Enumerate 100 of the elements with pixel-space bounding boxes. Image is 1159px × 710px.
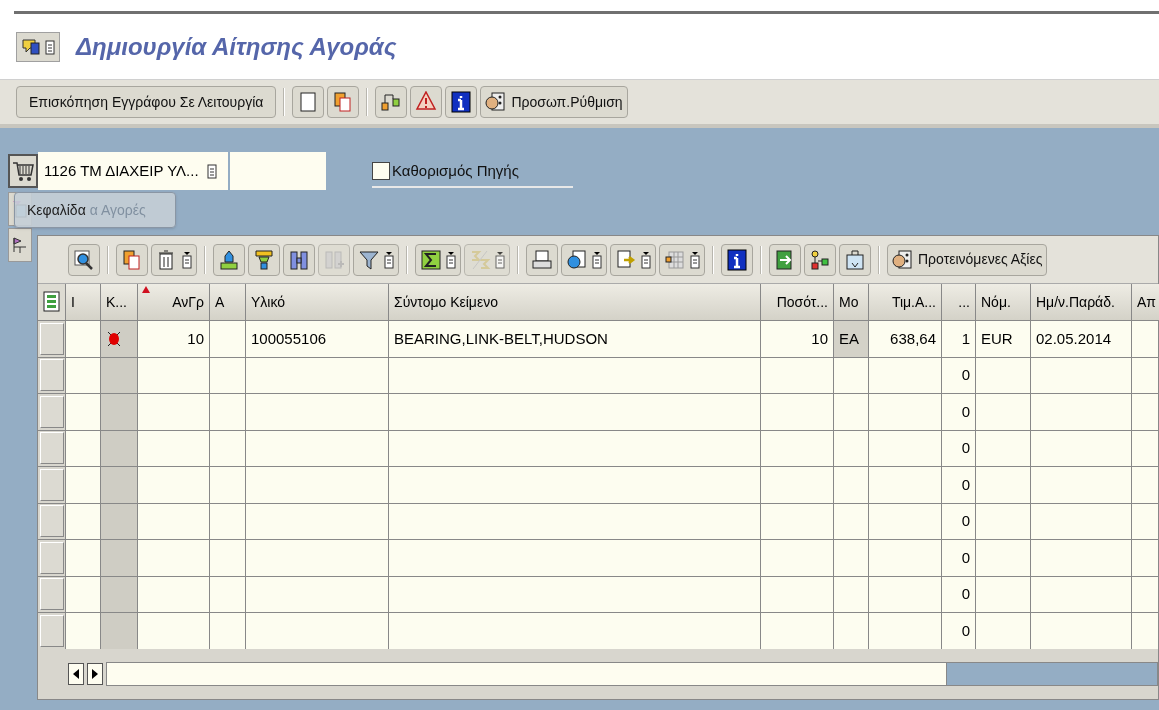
dropdown-icon (384, 250, 394, 269)
copy-icon (121, 248, 143, 271)
dropdown-icon (182, 250, 192, 269)
column-header[interactable]: Α (210, 284, 246, 320)
scroll-thumb[interactable] (107, 662, 947, 685)
window-title: Δημιουργία Αίτησης Αγοράς (76, 31, 397, 62)
sort-descending-icon (253, 248, 275, 271)
column-header[interactable]: ΑνΓρ (138, 284, 210, 320)
document-globe-icon (566, 248, 588, 271)
right-arrow-icon (92, 668, 98, 679)
select-all-icon[interactable] (42, 291, 61, 313)
table-cell: 1 (942, 321, 976, 357)
table-cell: 0 (942, 613, 976, 649)
dropdown-icon (45, 37, 55, 56)
binoculars-icon (288, 248, 310, 271)
menu-icon-button[interactable] (16, 31, 60, 62)
table-cell: 0 (942, 576, 976, 612)
info-icon (726, 248, 748, 271)
table-cell: 02.05.2014 (1031, 321, 1132, 357)
checkbox-label: Καθορισμός Πηγής (392, 160, 519, 181)
table-cell: 0 (942, 540, 976, 576)
speech-bubble-icon (21, 36, 41, 57)
table-cell: 0 (942, 430, 976, 466)
row-selector[interactable] (39, 395, 64, 428)
sort-ascending-icon (218, 248, 240, 271)
row-selector[interactable] (39, 432, 64, 465)
grid-layout-icon (664, 248, 686, 271)
warning-icon (415, 91, 438, 113)
dropdown-icon (495, 250, 505, 269)
bag-icon (844, 248, 866, 271)
toolbar-icon-button[interactable] (68, 243, 100, 276)
network-icon (809, 248, 831, 271)
row-selector[interactable] (39, 578, 64, 611)
column-header[interactable]: Νόμ. (976, 284, 1031, 320)
table-cell: 100055106 (246, 321, 389, 357)
dropdown-icon[interactable] (206, 162, 217, 180)
toolbar-icon-button[interactable] (769, 243, 801, 276)
left-arrow-icon (73, 668, 79, 679)
printer-icon (531, 248, 553, 271)
column-header[interactable]: Τιμ.Α... (869, 284, 942, 320)
column-header[interactable]: Υλικό (246, 284, 389, 320)
face-settings-icon (485, 91, 508, 113)
table-cell: EUR (976, 321, 1031, 357)
table-cell: 0 (942, 394, 976, 430)
row-selector[interactable] (39, 614, 64, 647)
toolbar-icon-button[interactable] (804, 243, 836, 276)
toolbar-button[interactable]: Επισκόπηση Εγγράφου Σε Λειτουργία (16, 86, 277, 118)
scroll-left-button[interactable] (68, 662, 84, 685)
table-cell: 10 (138, 321, 210, 357)
status-light-icon (106, 329, 122, 348)
input-field[interactable]: 1126 ΤΜ ΔΙΑΧΕΙΡ ΥΛ... (38, 152, 228, 190)
dropdown-icon (641, 250, 651, 269)
info-icon (450, 91, 473, 113)
scroll-right-button[interactable] (87, 662, 103, 685)
hierarchy-icon (380, 91, 403, 113)
cart-icon[interactable] (8, 154, 38, 188)
dropdown-icon (592, 250, 602, 269)
input-field[interactable] (230, 152, 326, 190)
row-selector[interactable] (39, 468, 64, 501)
toolbar-icon-button[interactable] (213, 243, 245, 276)
filter-icon (358, 248, 380, 271)
toolbar-icon-button[interactable] (445, 86, 478, 118)
checkbox[interactable] (372, 162, 390, 180)
table-cell: 0 (942, 503, 976, 539)
column-header[interactable]: Κ... (101, 284, 138, 320)
item-tab-icon[interactable] (8, 228, 32, 262)
table-cell: 0 (942, 357, 976, 393)
column-header[interactable]: Απ (1132, 284, 1159, 320)
export-icon (615, 248, 637, 271)
row-selector[interactable] (39, 505, 64, 538)
row-selector[interactable] (39, 322, 64, 355)
column-header[interactable]: ... (942, 284, 976, 320)
column-header[interactable]: Σύντομο Κείμενο (389, 284, 761, 320)
tab-label: α Αγορές (89, 200, 146, 220)
dropdown-icon (690, 250, 700, 269)
column-header[interactable]: Ποσότ... (761, 284, 834, 320)
table-cell: 638,64 (869, 321, 942, 357)
toolbar-icon-button[interactable] (415, 243, 461, 276)
subtotal-icon (469, 248, 491, 271)
column-header[interactable]: I (66, 284, 101, 320)
toolbar-button[interactable]: Προτεινόμενες Αξίες (887, 243, 1048, 276)
binoculars-plus-icon (323, 248, 345, 271)
row-selector[interactable] (39, 541, 64, 574)
toolbar-icon-button[interactable] (561, 243, 607, 276)
face-settings-icon (892, 248, 914, 271)
sigma-icon (420, 248, 442, 271)
column-header[interactable]: Μο (834, 284, 869, 320)
magnifier-icon (73, 248, 95, 271)
dropdown-icon (446, 250, 456, 269)
row-selector[interactable] (39, 359, 64, 392)
table-cell: EA (834, 321, 869, 357)
toolbar-button[interactable]: Προσωπ.Ρύθμιση (480, 86, 628, 118)
tooltip-text: Κεφαλίδα (27, 200, 86, 220)
column-header[interactable]: Ημ/ν.Παράδ. (1031, 284, 1132, 320)
toolbar-icon-button[interactable] (721, 243, 753, 276)
table-cell: BEARING,LINK-BELT,HUDSON (389, 321, 761, 357)
toolbar-icon-button[interactable] (283, 243, 315, 276)
toolbar-icon-button[interactable] (248, 243, 280, 276)
scrollbar[interactable] (106, 661, 1158, 686)
table-cell: 0 (942, 467, 976, 503)
